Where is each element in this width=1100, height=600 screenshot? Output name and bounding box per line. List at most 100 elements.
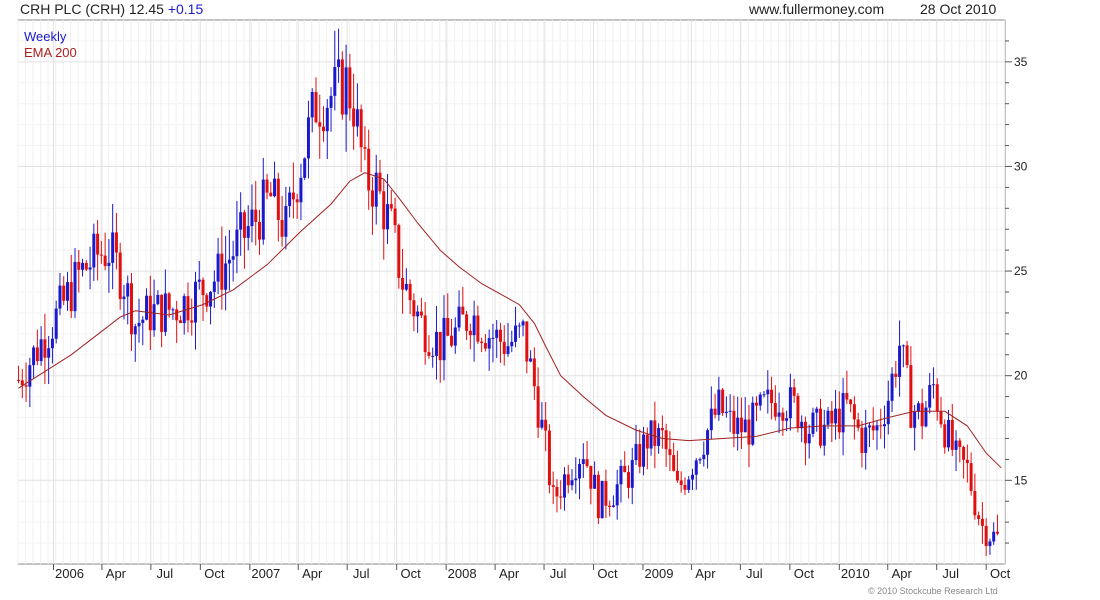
candle-body (242, 212, 246, 238)
candle-body (325, 107, 329, 132)
candle-body (24, 385, 28, 387)
candle-body (374, 172, 378, 207)
chart-legend: Weekly EMA 200 (24, 29, 77, 61)
candle-body (755, 402, 759, 406)
x-tick-label: Jul (550, 566, 567, 581)
candle-body (261, 179, 265, 240)
candle-body (694, 460, 698, 475)
candle-body (623, 465, 627, 473)
candle-body (604, 480, 608, 506)
candle-body (65, 282, 69, 301)
candle-body (954, 440, 958, 450)
candle-body (807, 433, 811, 444)
x-tick-label: Jul (746, 566, 763, 581)
candle-body (224, 263, 228, 290)
candle-body (898, 345, 902, 377)
x-tick-label: 2010 (841, 566, 870, 581)
candle-body (288, 192, 292, 207)
candle-body (427, 352, 431, 356)
candle-body (969, 463, 973, 491)
candle-body (295, 199, 299, 203)
candle-body (939, 411, 943, 425)
candle-body (118, 252, 122, 300)
candle-body (589, 465, 593, 489)
candle-body (668, 449, 672, 456)
candle-body (762, 394, 766, 396)
candle-body (337, 59, 341, 68)
x-tick-label: Oct (597, 566, 618, 581)
candle-body (540, 419, 544, 428)
candle-body (254, 209, 258, 223)
candle-body (329, 95, 333, 108)
candle-body (220, 253, 224, 290)
candle-body (186, 296, 190, 321)
candle-body (879, 425, 883, 427)
candle-body (141, 319, 145, 323)
candle-body (562, 474, 566, 498)
candle-body (193, 281, 197, 323)
candle-body (246, 226, 250, 238)
candle-body (133, 326, 137, 335)
candle-body (988, 541, 992, 547)
candle-body (875, 425, 879, 431)
candle-body (826, 410, 830, 425)
candle-body (498, 329, 502, 342)
candle-body (683, 484, 687, 490)
candle-body (408, 283, 412, 301)
candle-body (393, 208, 397, 226)
candle-body (171, 309, 175, 311)
candle-body (672, 455, 676, 471)
candle-body (370, 190, 374, 207)
candle-body (269, 192, 273, 197)
y-tick-label: 35 (1014, 55, 1028, 69)
x-tick-label: Jul (353, 566, 370, 581)
candle-body (137, 322, 141, 327)
candle-body (578, 463, 582, 479)
candle-body (175, 309, 179, 321)
candle-body (333, 67, 337, 96)
candle-body (495, 329, 499, 338)
x-tick-label: Oct (204, 566, 225, 581)
candle-body (258, 222, 262, 240)
candle-body (276, 178, 280, 220)
candle-body (581, 459, 585, 464)
candle-body (630, 460, 634, 488)
candle-body (585, 459, 589, 466)
candle-body (931, 384, 935, 386)
candle-body (819, 408, 823, 446)
x-tick-label: 2007 (251, 566, 280, 581)
candle-body (197, 279, 201, 282)
x-tick-label: Apr (499, 566, 520, 581)
candle-body (593, 474, 597, 489)
candle-body (947, 419, 951, 448)
candle-body (634, 444, 638, 461)
candle-body (239, 212, 243, 230)
candle-body (438, 331, 442, 361)
candle-body (167, 293, 171, 310)
candle-body (280, 219, 284, 237)
x-tick-label: Apr (302, 566, 323, 581)
candle-body (905, 345, 909, 366)
candle-body (706, 430, 710, 455)
candle-body (163, 293, 167, 332)
candle-body (841, 393, 845, 433)
candle-body (709, 408, 713, 431)
candle-body (386, 204, 390, 230)
candle-body (480, 341, 484, 344)
candle-body (611, 505, 615, 508)
candle-body (521, 321, 525, 326)
y-tick-label: 20 (1014, 369, 1028, 383)
legend-weekly: Weekly (24, 29, 67, 44)
candle-body (303, 158, 307, 178)
candle-body (660, 428, 664, 431)
candle-body (811, 412, 815, 434)
candle-body (916, 403, 920, 412)
candle-body (291, 192, 295, 200)
candle-body (227, 259, 231, 264)
x-tick-label: Oct (794, 566, 815, 581)
candle-body (995, 531, 999, 534)
candle-body (547, 430, 551, 486)
candle-body (35, 347, 39, 362)
candle-body (502, 341, 506, 354)
candle-body (145, 295, 149, 320)
